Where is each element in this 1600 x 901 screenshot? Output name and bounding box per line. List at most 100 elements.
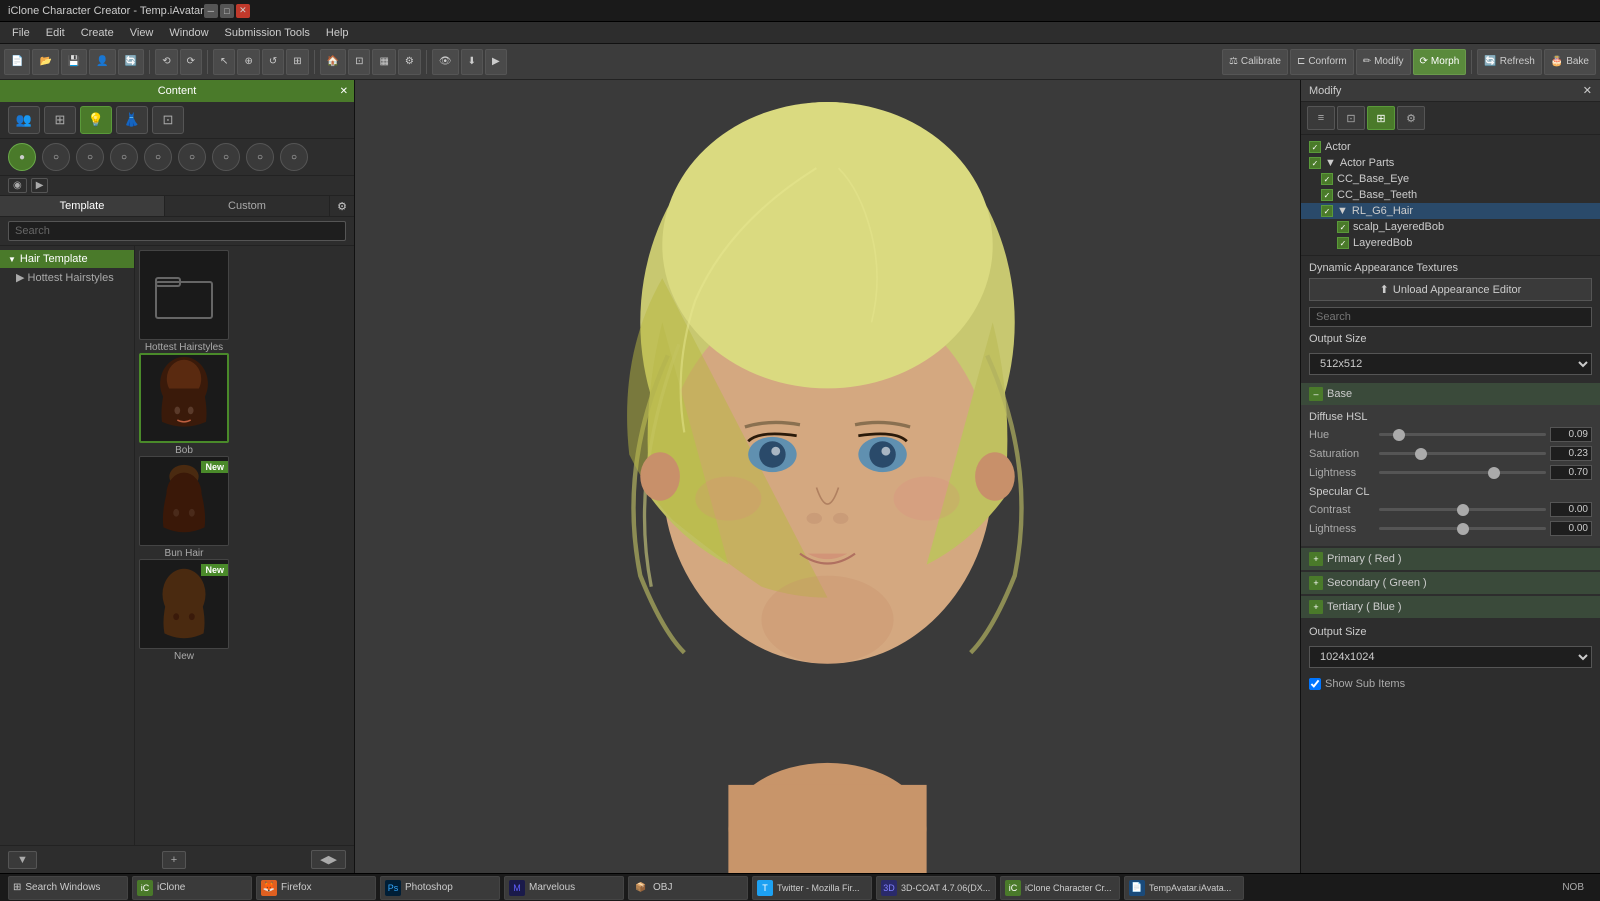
taskbar-tempavatar[interactable]: 📄 TempAvatar.iAvata... [1124,876,1244,900]
grid-tool[interactable]: ⊡ [1337,106,1365,130]
list-tool[interactable]: ≡ [1307,106,1335,130]
circle-icon-2[interactable]: ○ [42,143,70,171]
circle-icon-6[interactable]: ○ [178,143,206,171]
tree-item-actor-parts[interactable]: ✓ ▼ Actor Parts [1301,155,1600,171]
right-panel-close-icon[interactable]: ✕ [1583,84,1592,97]
redo-button[interactable]: ⟳ [180,49,202,75]
grid-button[interactable]: ▦ [372,49,395,75]
list-item[interactable]: Hottest Hairstyles [139,250,229,353]
start-button[interactable]: ⊞ Search Windows [8,876,128,900]
tree-item-hair-template[interactable]: ▼ Hair Template [0,250,134,268]
circle-icon-4[interactable]: ○ [110,143,138,171]
select-button[interactable]: ↖ [213,49,235,75]
undo-button[interactable]: ⟲ [155,49,177,75]
output-size-select[interactable]: 512x512 1024x1024 2048x2048 [1309,353,1592,375]
hue-value-input[interactable]: 0.09 [1550,427,1592,442]
scale-button[interactable]: ⊞ [286,49,308,75]
panel-icon-clothing[interactable]: 👗 [116,106,148,134]
checkbox-actor[interactable]: ✓ [1309,141,1321,153]
menu-item-view[interactable]: View [122,25,162,41]
checkbox-actor-parts[interactable]: ✓ [1309,157,1321,169]
bob-thumb[interactable] [139,353,229,443]
tree-item-cc-eye[interactable]: ✓ CC_Base_Eye [1301,171,1600,187]
maximize-button[interactable]: □ [220,4,234,18]
contrast-slider[interactable] [1379,508,1546,511]
output-size2-select[interactable]: 1024x1024 512x512 2048x2048 [1309,646,1592,668]
contrast-value-input[interactable]: 0.00 [1550,502,1592,517]
rotate-button[interactable]: ↺ [262,49,284,75]
bun-thumb[interactable]: New [139,456,229,546]
secondary-section-header[interactable]: + Secondary ( Green ) [1301,572,1600,594]
morph-button[interactable]: ⟳ Morph [1413,49,1467,75]
nav-back-button[interactable]: ◉ [8,178,27,193]
modify-button[interactable]: ✏ Modify [1356,49,1411,75]
panel-icon-hair[interactable]: 💡 [80,106,112,134]
taskbar-firefox[interactable]: 🦊 Firefox [256,876,376,900]
base-section-header[interactable]: – Base [1301,383,1600,405]
menu-item-edit[interactable]: Edit [38,25,73,41]
save-button[interactable]: 💾 [61,49,87,75]
list-item[interactable]: New New [139,559,229,662]
actor-button[interactable]: 👤 [89,49,115,75]
new-hair-thumb[interactable]: New [139,559,229,649]
saturation-value-input[interactable]: 0.23 [1550,446,1592,461]
checkbox-scalp[interactable]: ✓ [1337,221,1349,233]
circle-icon-7[interactable]: ○ [212,143,240,171]
tree-item-layered-bob[interactable]: ✓ LayeredBob [1301,235,1600,251]
home-button[interactable]: 🏠 [320,49,346,75]
tree-item-hottest-hairstyles[interactable]: ▶ Hottest Hairstyles [0,268,134,287]
checkbox-cc-teeth[interactable]: ✓ [1321,189,1333,201]
add-button[interactable]: + [162,851,186,869]
table-tool[interactable]: ⊞ [1367,106,1395,130]
panel-icon-morph[interactable]: ⊞ [44,106,76,134]
modify-search-input[interactable] [1309,307,1592,327]
lightness-slider[interactable] [1379,471,1546,474]
arrow-right-button[interactable]: ▶ [485,49,507,75]
specular-lightness-slider[interactable] [1379,527,1546,530]
settings-button[interactable]: ⚙ [398,49,421,75]
move-button[interactable]: ⊕ [237,49,259,75]
taskbar-3dcoat[interactable]: 3D 3D-COAT 4.7.06(DX... [876,876,996,900]
checkbox-cc-eye[interactable]: ✓ [1321,173,1333,185]
eye-button[interactable]: 👁 [432,49,459,75]
expand-button[interactable]: ◀▶ [311,850,346,869]
settings-tool[interactable]: ⚙ [1397,106,1425,130]
tab-template[interactable]: Template [0,196,165,216]
new-file-button[interactable]: 📄 [4,49,30,75]
hue-slider[interactable] [1379,433,1546,436]
list-item[interactable]: New Bun Hair [139,456,229,559]
search-input[interactable] [8,221,346,241]
scroll-down-button[interactable]: ▼ [8,851,37,869]
tree-item-cc-teeth[interactable]: ✓ CC_Base_Teeth [1301,187,1600,203]
taskbar-marvelous[interactable]: M Marvelous [504,876,624,900]
minimize-button[interactable]: ─ [204,4,218,18]
menu-item-file[interactable]: File [4,25,38,41]
primary-section-header[interactable]: + Primary ( Red ) [1301,548,1600,570]
nav-forward-button[interactable]: ▶ [31,178,49,193]
calibrate-button[interactable]: ⚖ Calibrate [1222,49,1288,75]
lightness-value-input[interactable]: 0.70 [1550,465,1592,480]
taskbar-obj[interactable]: 📦 OBJ [628,876,748,900]
menu-item-help[interactable]: Help [318,25,357,41]
arrow-down-button[interactable]: ⬇ [461,49,483,75]
taskbar-iclone[interactable]: iC iClone [132,876,252,900]
open-file-button[interactable]: 📂 [32,49,58,75]
folder-thumb[interactable] [139,250,229,340]
taskbar-twitter[interactable]: T Twitter - Mozilla Fir... [752,876,872,900]
specular-lightness-value-input[interactable]: 0.00 [1550,521,1592,536]
tree-item-actor[interactable]: ✓ Actor [1301,139,1600,155]
show-sub-checkbox[interactable] [1309,678,1321,690]
panel-icon-extra[interactable]: ⊡ [152,106,184,134]
conform-button[interactable]: ⊏ Conform [1290,49,1354,75]
unload-button[interactable]: ⬆ Unload Appearance Editor [1309,278,1592,301]
view-button[interactable]: ⊡ [348,49,370,75]
checkbox-layered-bob[interactable]: ✓ [1337,237,1349,249]
refresh-button[interactable]: 🔄 Refresh [1477,49,1541,75]
panel-icon-actor[interactable]: 👥 [8,106,40,134]
list-item[interactable]: Bob [139,353,229,456]
left-panel-close-icon[interactable]: ✕ [340,86,348,97]
tertiary-section-header[interactable]: + Tertiary ( Blue ) [1301,596,1600,618]
taskbar-iclone-cc[interactable]: iC iClone Character Cr... [1000,876,1120,900]
taskbar-photoshop[interactable]: Ps Photoshop [380,876,500,900]
checkbox-rl-hair[interactable]: ✓ [1321,205,1333,217]
